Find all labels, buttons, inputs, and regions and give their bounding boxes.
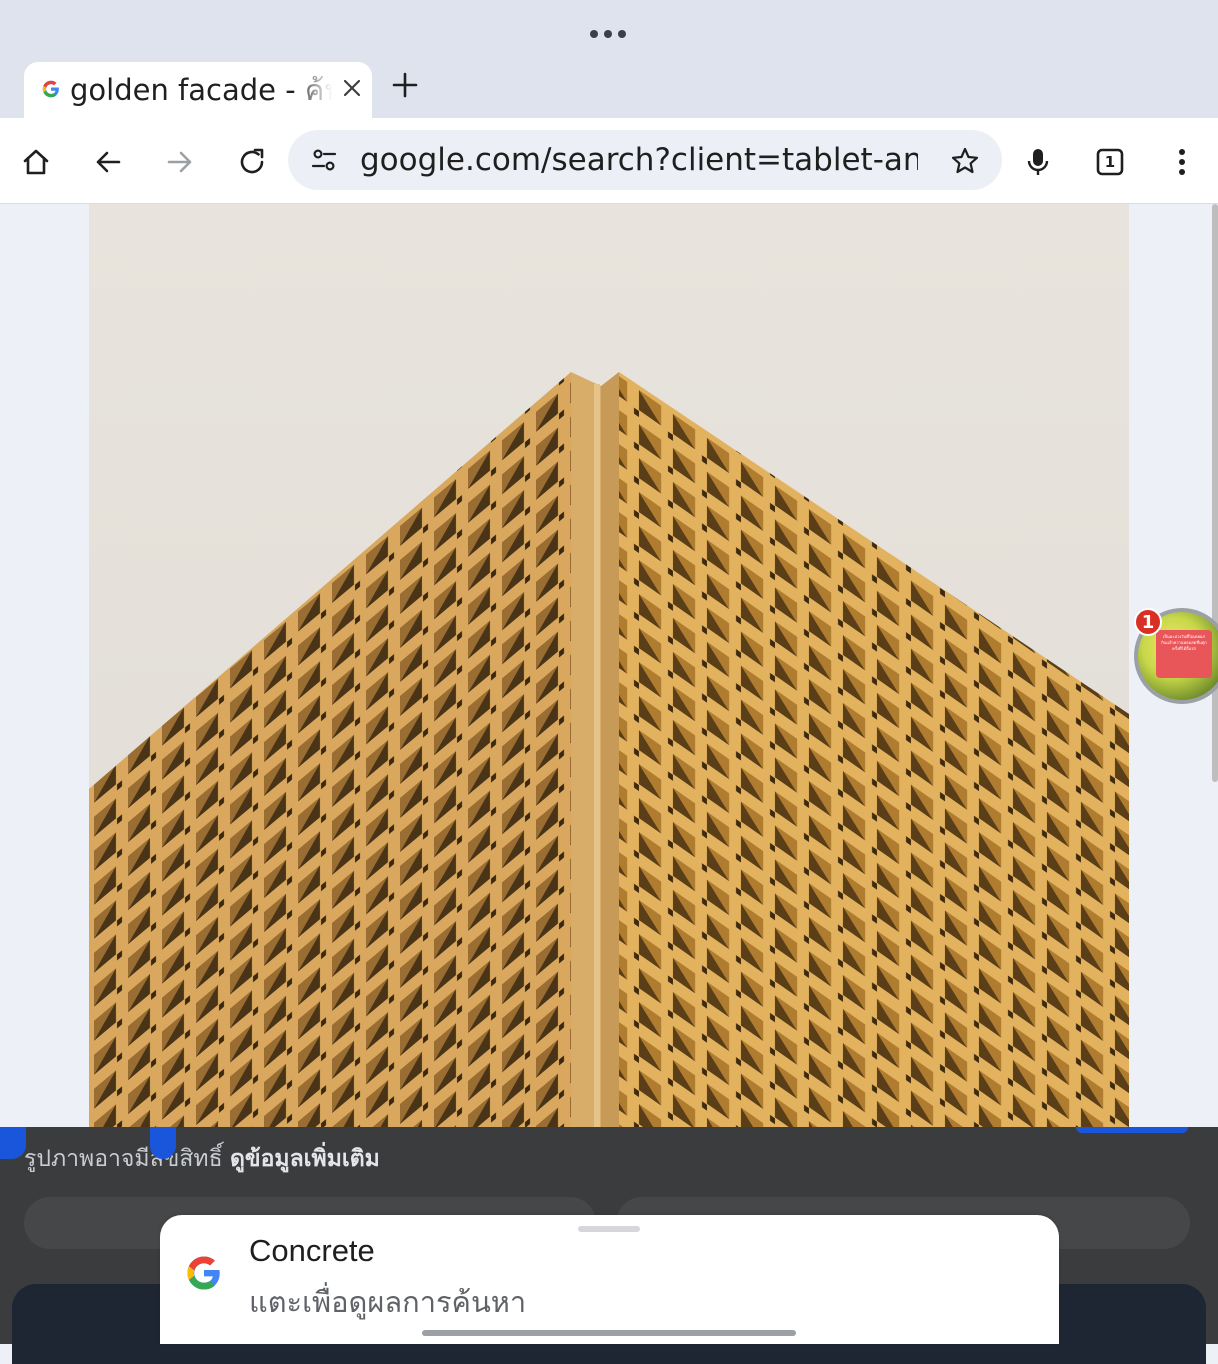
- copyright-text: รูปภาพอาจมีลิขสิทธิ์: [24, 1146, 223, 1172]
- suggestion-subtitle: แตะเพื่อดูผลการค้นหา: [249, 1285, 527, 1319]
- star-icon[interactable]: [950, 146, 980, 176]
- address-bar[interactable]: google.com/search?client=tablet-android: [288, 130, 1002, 190]
- window-menu-dots[interactable]: [590, 26, 630, 42]
- scrollbar[interactable]: [1212, 204, 1218, 782]
- notification-badge: 1: [1134, 608, 1162, 636]
- active-tab[interactable]: golden facade - ค้นหา: [24, 62, 372, 118]
- tab-count: 1: [1104, 153, 1116, 171]
- reload-icon: [240, 148, 264, 174]
- tab-title: golden facade - ค้นหา: [70, 73, 332, 107]
- back-button[interactable]: [88, 142, 128, 182]
- selection-handle-start[interactable]: [0, 1127, 26, 1159]
- reload-button[interactable]: [232, 142, 272, 182]
- new-tab-icon[interactable]: [390, 70, 420, 100]
- search-suggestion-sheet[interactable]: Concrete แตะเพื่อดูผลการค้นหา: [160, 1215, 1059, 1344]
- tab-switcher-button[interactable]: 1: [1090, 142, 1130, 182]
- home-button[interactable]: [16, 142, 56, 182]
- close-icon[interactable]: [340, 76, 364, 100]
- more-vert-icon: [1179, 149, 1185, 175]
- copyright-notice: รูปภาพอาจมีลิขสิทธิ์ ดูข้อมูลเพิ่มเติม: [24, 1141, 380, 1177]
- tab-strip: golden facade - ค้นหา: [0, 0, 1218, 118]
- gesture-home-bar[interactable]: [422, 1330, 796, 1336]
- url-text[interactable]: google.com/search?client=tablet-android: [360, 140, 918, 180]
- google-g-icon: [187, 1256, 220, 1290]
- building-photo: [89, 204, 1129, 1127]
- voice-search-button[interactable]: [1018, 142, 1058, 182]
- bubble-sign-text: เป็นมะม่วงวันที่ไม่เคยแก่ กินแล้วหวานหอม…: [1156, 630, 1212, 678]
- forward-button[interactable]: [160, 142, 200, 182]
- more-menu-button[interactable]: [1162, 142, 1202, 182]
- page-content: [0, 204, 1218, 1127]
- google-g-icon: [42, 80, 59, 98]
- arrow-left-icon: [96, 151, 121, 173]
- sheet-drag-handle[interactable]: [578, 1226, 640, 1232]
- site-settings-icon[interactable]: [310, 146, 338, 174]
- image-preview[interactable]: [89, 204, 1129, 1127]
- home-icon: [23, 149, 49, 175]
- blue-tab-hint: [1076, 1127, 1188, 1133]
- browser-toolbar: google.com/search?client=tablet-android …: [0, 118, 1218, 204]
- learn-more-link[interactable]: ดูข้อมูลเพิ่มเติม: [230, 1146, 380, 1172]
- suggestion-title: Concrete: [249, 1233, 375, 1268]
- microphone-icon: [1027, 149, 1049, 175]
- arrow-right-icon: [167, 151, 192, 173]
- selection-handle-end[interactable]: [150, 1127, 176, 1159]
